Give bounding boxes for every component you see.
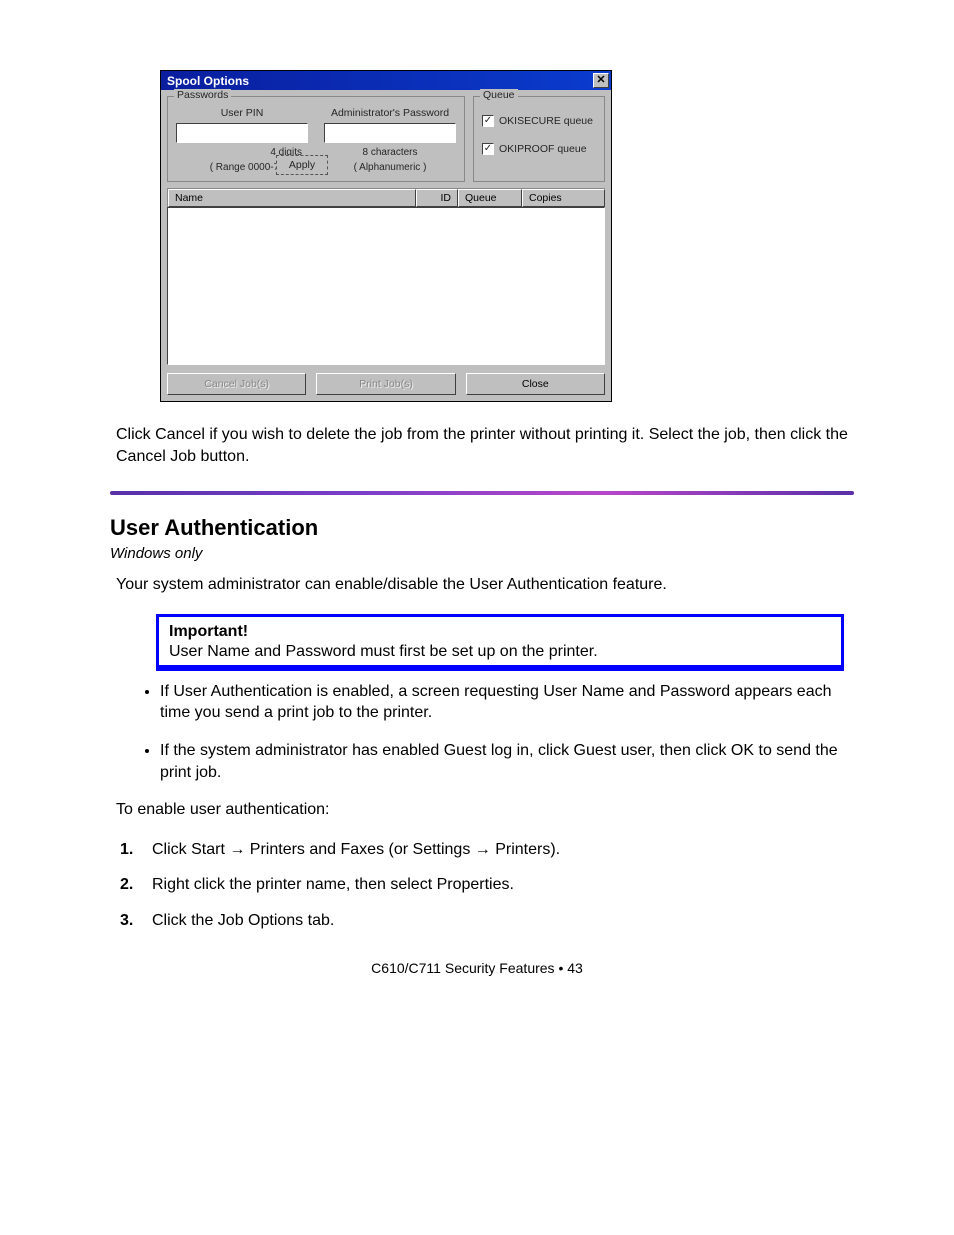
- paragraph-enable: To enable user authentication:: [116, 799, 854, 821]
- close-icon[interactable]: ✕: [593, 73, 609, 88]
- user-pin-label: User PIN: [176, 107, 308, 119]
- paragraph-intro: Your system administrator can enable/dis…: [116, 574, 854, 596]
- dialog-titlebar: Spool Options ✕: [161, 71, 611, 90]
- step-1: 1. Click Start → Printers and Faxes (or …: [120, 839, 854, 861]
- important-box: Important! User Name and Password must f…: [156, 614, 844, 671]
- step-1-text: Click Start → Printers and Faxes (or Set…: [152, 839, 560, 861]
- queue-group-title: Queue: [480, 89, 518, 101]
- close-button[interactable]: Close: [466, 373, 605, 395]
- admin-pw-label: Administrator's Password: [324, 107, 456, 119]
- important-title: Important!: [169, 623, 831, 641]
- page-footer: C610/C711 Security Features • 43: [100, 960, 854, 976]
- step-2-text: Right click the printer name, then selec…: [152, 874, 514, 896]
- step-3: 3. Click the Job Options tab.: [120, 910, 854, 932]
- step-3-text: Click the Job Options tab.: [152, 910, 334, 932]
- user-pin-input[interactable]: [176, 123, 308, 143]
- queue-group: Queue ✓ OKISECURE queue ✓ OKIPROOF queue: [473, 96, 605, 182]
- paragraph-cancel: Click Cancel if you wish to delete the j…: [116, 424, 854, 467]
- section-heading: User Authentication: [110, 515, 854, 541]
- okiproof-checkbox[interactable]: ✓: [482, 143, 494, 155]
- bullet-2: If the system administrator has enabled …: [160, 740, 854, 783]
- important-body: User Name and Password must first be set…: [169, 643, 831, 661]
- admin-pw-input[interactable]: [324, 123, 456, 143]
- step-2-num: 2.: [120, 874, 142, 896]
- okisecure-label: OKISECURE queue: [499, 115, 593, 127]
- col-name[interactable]: Name: [168, 189, 416, 207]
- section-divider: [110, 491, 854, 495]
- step-1-num: 1.: [120, 839, 142, 861]
- step-2: 2. Right click the printer name, then se…: [120, 874, 854, 896]
- col-copies[interactable]: Copies: [522, 189, 605, 207]
- print-jobs-button[interactable]: Print Job(s): [316, 373, 455, 395]
- admin-pw-hint2: ( Alphanumeric ): [324, 162, 456, 173]
- passwords-group: Passwords User PIN 4 digits ( Range 0000…: [167, 96, 465, 182]
- dialog-title: Spool Options: [167, 74, 249, 88]
- apply-button[interactable]: Apply: [276, 155, 328, 175]
- okiproof-label: OKIPROOF queue: [499, 143, 587, 155]
- col-queue[interactable]: Queue: [458, 189, 522, 207]
- footer-page: 43: [567, 960, 583, 976]
- spool-options-dialog: Spool Options ✕ Passwords User PIN 4 dig…: [160, 70, 612, 402]
- cancel-jobs-button[interactable]: Cancel Job(s): [167, 373, 306, 395]
- passwords-group-title: Passwords: [174, 89, 231, 101]
- bullet-1: If User Authentication is enabled, a scr…: [160, 681, 854, 724]
- admin-pw-hint1: 8 characters: [324, 147, 456, 158]
- okisecure-checkbox[interactable]: ✓: [482, 115, 494, 127]
- job-list-body[interactable]: [167, 207, 605, 365]
- job-list-header: Name ID Queue Copies: [167, 188, 605, 207]
- section-subtitle: Windows only: [110, 545, 854, 562]
- col-id[interactable]: ID: [416, 189, 458, 207]
- step-3-num: 3.: [120, 910, 142, 932]
- footer-product: C610/C711 Security Features •: [371, 960, 567, 976]
- job-list: Name ID Queue Copies: [167, 188, 605, 365]
